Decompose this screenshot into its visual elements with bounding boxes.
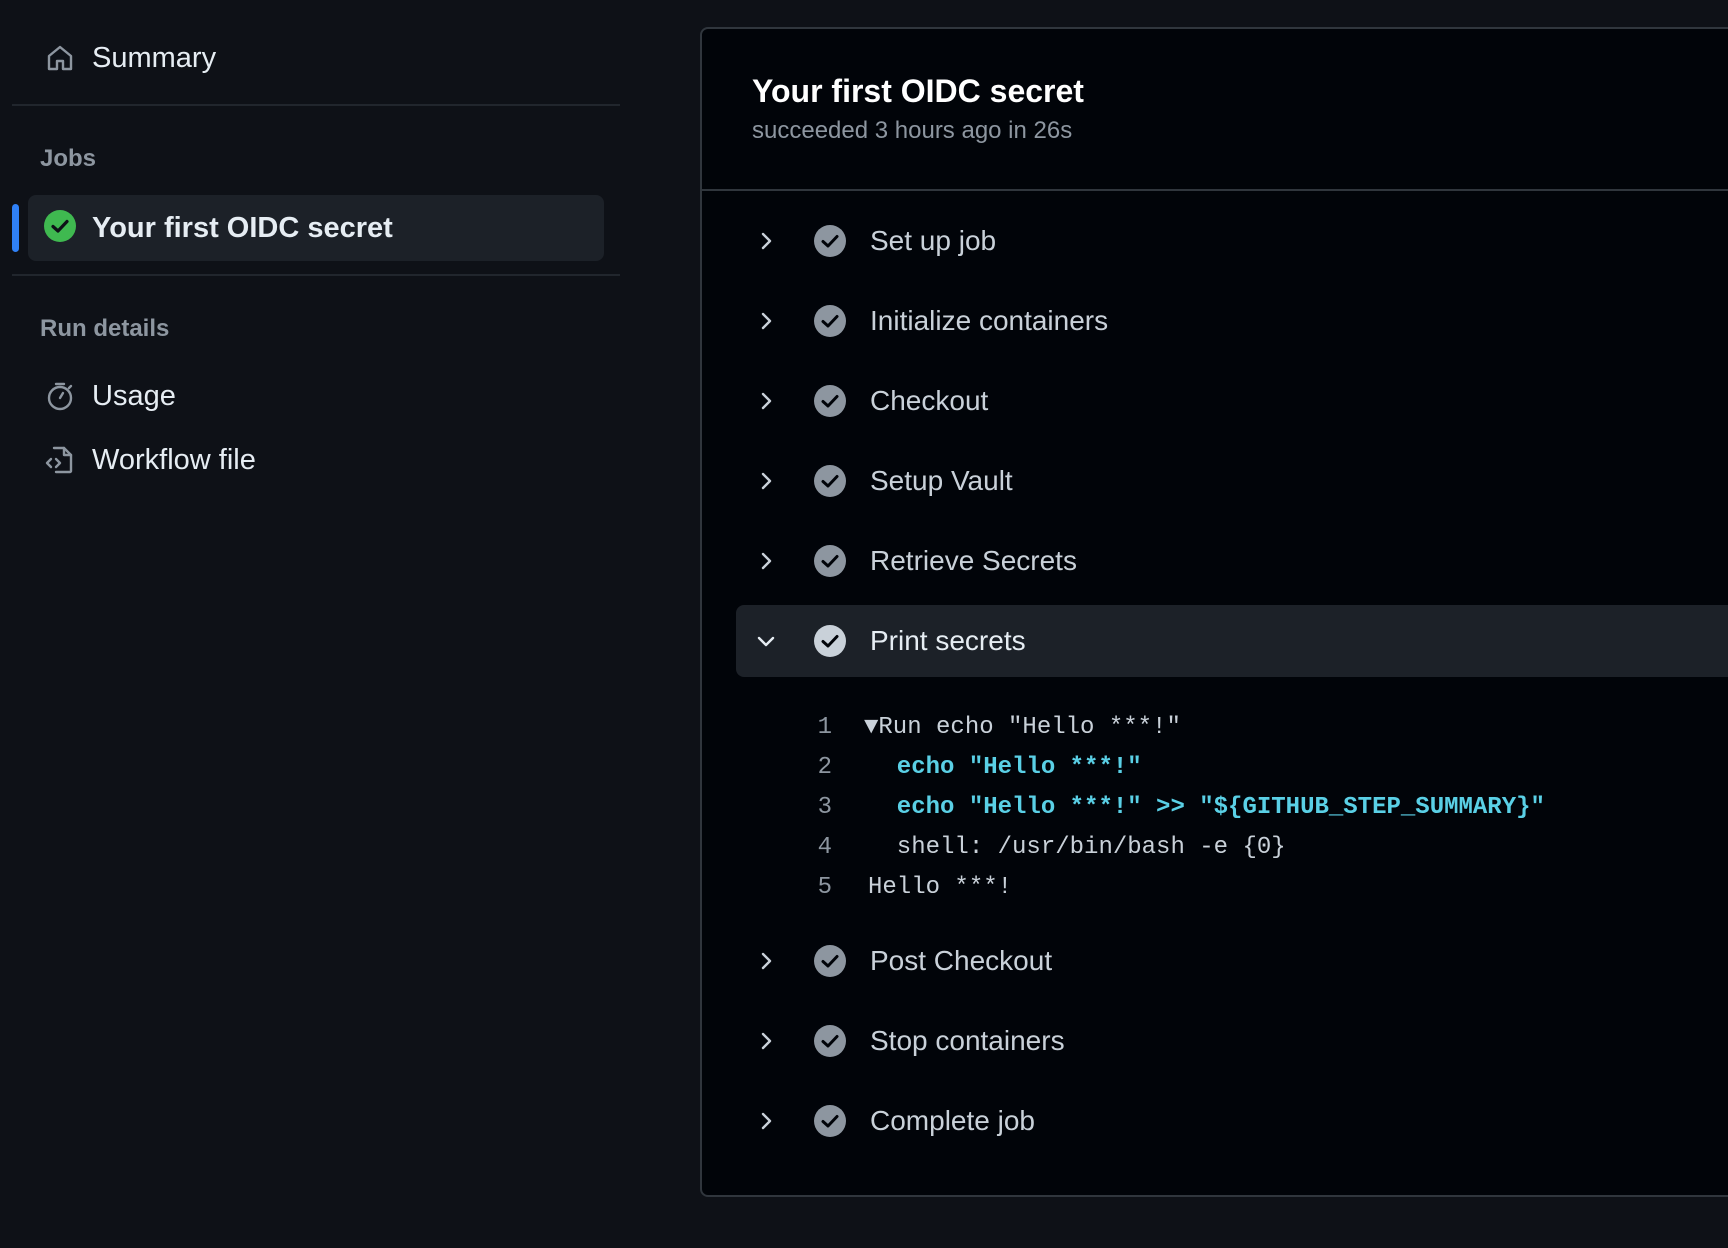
home-icon — [44, 42, 76, 74]
line-number: 3 — [817, 793, 832, 821]
log-line: 3 echo "Hello ***!" >> "${GITHUB_STEP_SU… — [736, 787, 1545, 827]
step-label: Print secrets — [870, 625, 1026, 656]
check-circle-icon — [812, 303, 848, 339]
sidebar-item-job[interactable]: Your first OIDC secret — [28, 195, 604, 261]
step-row[interactable]: Post Checkout — [736, 925, 1728, 997]
chevron-right-icon[interactable] — [746, 461, 786, 501]
step-row[interactable]: Initialize containers — [736, 285, 1728, 357]
sidebar-item-label: Usage — [92, 379, 176, 412]
line-number: 5 — [817, 873, 832, 901]
line-number: 1 — [817, 713, 832, 741]
jobs-section-title: Jobs — [40, 145, 97, 172]
log-text: echo "Hello ***!" — [868, 753, 1142, 781]
job-log-panel: Your first OIDC secret succeeded 3 hours… — [700, 27, 1728, 1197]
step-label: Initialize containers — [870, 305, 1109, 336]
check-circle-icon — [812, 543, 848, 579]
line-number: 2 — [817, 753, 832, 781]
log-text: Run echo "Hello ***!" — [878, 713, 1181, 741]
success-check-icon — [44, 209, 76, 247]
step-row[interactable]: Set up job — [736, 205, 1728, 277]
chevron-right-icon[interactable] — [746, 1021, 786, 1061]
job-title: Your first OIDC secret — [752, 73, 1084, 109]
chevron-right-icon[interactable] — [746, 541, 786, 581]
sidebar-item-usage[interactable]: Usage — [44, 364, 176, 428]
log-line: 1 ▼Run echo "Hello ***!" — [736, 707, 1181, 747]
job-header: Your first OIDC secret succeeded 3 hours… — [702, 29, 1728, 191]
step-row[interactable]: Print secrets — [736, 605, 1728, 677]
step-row[interactable]: Complete job — [736, 1085, 1728, 1157]
log-text: Hello ***! — [868, 873, 1013, 901]
sidebar-item-label: Your first OIDC secret — [92, 211, 393, 244]
check-circle-icon — [812, 383, 848, 419]
collapse-toggle-icon[interactable]: ▼ — [864, 714, 878, 741]
check-circle-icon — [812, 1103, 848, 1139]
stopwatch-icon — [44, 380, 76, 412]
step-label: Stop containers — [870, 1025, 1065, 1056]
chevron-down-icon[interactable] — [746, 621, 786, 661]
chevron-right-icon[interactable] — [746, 301, 786, 341]
chevron-right-icon[interactable] — [746, 1101, 786, 1141]
step-label: Complete job — [870, 1105, 1035, 1136]
check-circle-icon — [812, 1023, 848, 1059]
step-label: Set up job — [870, 225, 997, 256]
check-circle-icon — [812, 623, 848, 659]
log-line: 5 Hello ***! — [736, 867, 1012, 907]
log-line: 4 shell: /usr/bin/bash -e {0} — [736, 827, 1286, 867]
file-code-icon — [44, 444, 76, 476]
sidebar-item-label: Workflow file — [92, 443, 256, 476]
sidebar: Summary Jobs Your first OIDC secret Run … — [0, 0, 700, 1248]
chevron-right-icon[interactable] — [746, 381, 786, 421]
log-text: shell: /usr/bin/bash -e {0} — [868, 833, 1286, 861]
step-row[interactable]: Retrieve Secrets — [736, 525, 1728, 597]
step-label: Post Checkout — [870, 945, 1053, 976]
divider — [12, 104, 620, 106]
step-label: Retrieve Secrets — [870, 545, 1077, 576]
sidebar-item-label: Summary — [92, 41, 217, 74]
step-label: Checkout — [870, 385, 989, 416]
selected-indicator — [12, 204, 19, 252]
sidebar-item-summary[interactable]: Summary — [44, 26, 216, 90]
chevron-right-icon[interactable] — [746, 221, 786, 261]
check-circle-icon — [812, 943, 848, 979]
check-circle-icon — [812, 223, 848, 259]
run-details-section-title: Run details — [40, 315, 170, 342]
log-line: 2 echo "Hello ***!" — [736, 747, 1142, 787]
step-label: Setup Vault — [870, 465, 1013, 496]
chevron-right-icon[interactable] — [746, 941, 786, 981]
step-row[interactable]: Checkout — [736, 365, 1728, 437]
log-text: echo "Hello ***!" >> "${GITHUB_STEP_SUMM… — [868, 793, 1545, 821]
divider — [12, 274, 620, 276]
check-circle-icon — [812, 463, 848, 499]
line-number: 4 — [817, 833, 832, 861]
sidebar-item-workflow-file[interactable]: Workflow file — [44, 428, 256, 492]
job-status-text: succeeded 3 hours ago in 26s — [752, 117, 1073, 144]
step-row[interactable]: Setup Vault — [736, 445, 1728, 517]
step-row[interactable]: Stop containers — [736, 1005, 1728, 1077]
